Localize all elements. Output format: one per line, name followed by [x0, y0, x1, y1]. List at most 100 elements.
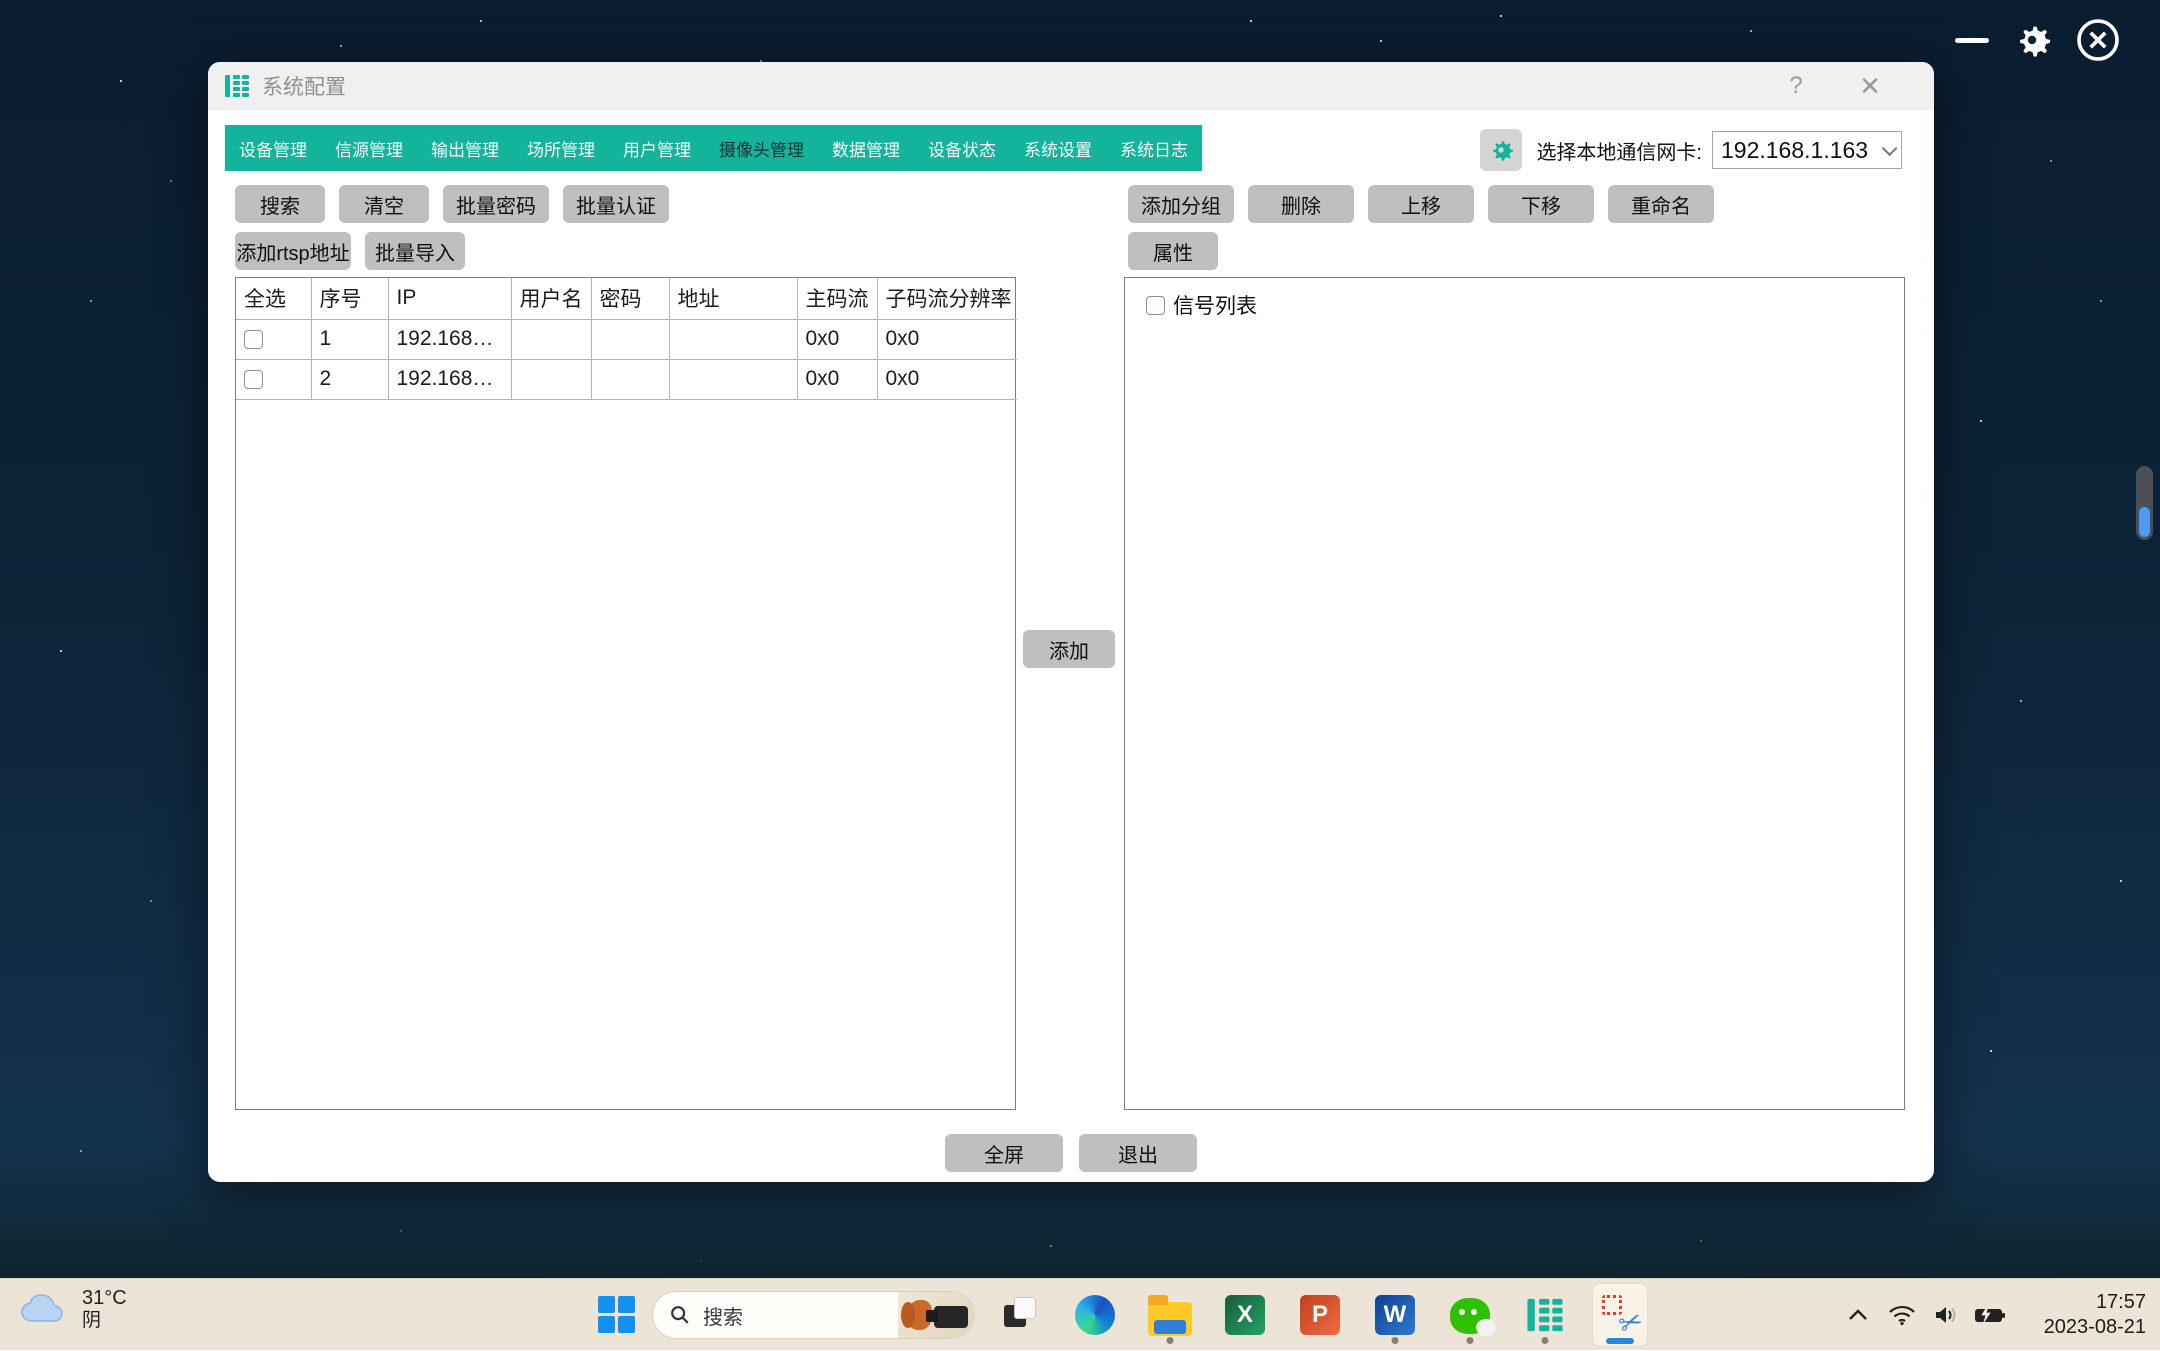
edge-scroll-slider[interactable] — [2136, 466, 2153, 540]
minus-icon — [1955, 37, 1989, 43]
move-down-button[interactable]: 下移 — [1488, 185, 1594, 223]
signal-manager-app-button[interactable] — [1517, 1283, 1573, 1347]
batch-auth-button[interactable]: 批量认证 — [563, 185, 669, 223]
active-app-indicator — [1606, 1338, 1634, 1344]
tab-device-status[interactable]: 设备状态 — [914, 125, 1010, 171]
camera-table-panel: 全选 序号 IP 用户名 密码 地址 主码流 子码流分辨率 1 192.168… — [235, 277, 1017, 1110]
row-checkbox-cell — [236, 319, 312, 360]
batch-password-button[interactable]: 批量密码 — [443, 185, 549, 223]
overlay-close-button[interactable] — [2072, 14, 2124, 66]
system-config-window: 系统配置 ? ✕ 设备管理 信源管理 输出管理 场所管理 用户管理 摄像头管理 … — [208, 62, 1934, 1182]
tray-wifi-button[interactable] — [1880, 1293, 1924, 1337]
file-explorer-button[interactable] — [1142, 1283, 1198, 1347]
window-titlebar[interactable]: 系统配置 ? ✕ — [208, 62, 1934, 110]
col-main-stream[interactable]: 主码流 — [797, 278, 878, 320]
weather-texts: 31°C 阴 — [82, 1287, 127, 1332]
gear-icon — [1493, 141, 1514, 161]
col-index[interactable]: 序号 — [311, 278, 389, 320]
tab-source-mgmt[interactable]: 信源管理 — [321, 125, 417, 171]
col-username[interactable]: 用户名 — [511, 278, 592, 320]
cell-address — [669, 359, 798, 400]
overlay-minimize-button[interactable] — [1946, 14, 1998, 66]
tab-system-settings[interactable]: 系统设置 — [1010, 125, 1106, 171]
col-sub-stream-res[interactable]: 子码流分辨率 — [877, 278, 1017, 320]
rename-button[interactable]: 重命名 — [1608, 185, 1714, 223]
excel-button[interactable]: X — [1217, 1283, 1273, 1347]
camera-illustration — [926, 1306, 968, 1328]
word-icon: W — [1375, 1295, 1415, 1335]
col-select-all[interactable]: 全选 — [236, 278, 312, 320]
tray-volume-button[interactable] — [1924, 1293, 1968, 1337]
col-ip[interactable]: IP — [388, 278, 512, 320]
camera-table: 全选 序号 IP 用户名 密码 地址 主码流 子码流分辨率 1 192.168… — [236, 278, 1017, 400]
signal-list-checkbox[interactable] — [1146, 295, 1165, 315]
add-group-button[interactable]: 添加分组 — [1128, 185, 1234, 223]
running-indicator — [1166, 1337, 1174, 1344]
properties-button[interactable]: 属性 — [1128, 232, 1218, 270]
exit-button[interactable]: 退出 — [1079, 1134, 1197, 1172]
signal-list-label: 信号列表 — [1173, 295, 1257, 318]
left-toolbar-row2: 添加rtsp地址 批量导入 — [235, 232, 465, 270]
cell-password — [591, 319, 670, 360]
clear-button[interactable]: 清空 — [339, 185, 429, 223]
taskbar-search[interactable]: 搜索 — [652, 1291, 975, 1339]
nic-settings-button[interactable] — [1480, 129, 1523, 171]
row-checkbox-cell — [236, 359, 312, 400]
windows-logo-icon — [598, 1296, 615, 1313]
tray-clock[interactable]: 17:57 2023-08-21 — [2018, 1290, 2146, 1340]
tray-date: 2023-08-21 — [2043, 1316, 2146, 1338]
task-view-button[interactable] — [992, 1283, 1048, 1347]
system-tray: 17:57 2023-08-21 — [1836, 1279, 2160, 1351]
cell-sub-stream: 0x0 — [877, 319, 1017, 360]
table-row[interactable]: 1 192.168… 0x0 0x0 — [236, 319, 1017, 360]
tab-data-mgmt[interactable]: 数据管理 — [818, 125, 914, 171]
nic-label: 选择本地通信网卡: — [1536, 141, 1702, 164]
tab-camera-mgmt[interactable]: 摄像头管理 — [705, 125, 818, 171]
tab-output-mgmt[interactable]: 输出管理 — [417, 125, 513, 171]
cell-ip: 192.168… — [388, 319, 512, 360]
delete-button[interactable]: 删除 — [1248, 185, 1354, 223]
cell-index: 2 — [311, 359, 389, 400]
signal-list-root-item[interactable]: 信号列表 — [1146, 290, 1257, 320]
tray-chevron-up-button[interactable] — [1836, 1293, 1880, 1337]
wifi-icon — [1889, 1305, 1915, 1326]
left-toolbar-row1: 搜索 清空 批量密码 批量认证 — [235, 185, 669, 223]
fullscreen-button[interactable]: 全屏 — [945, 1134, 1063, 1172]
slider-thumb[interactable] — [2139, 507, 2150, 537]
table-row[interactable]: 2 192.168… 0x0 0x0 — [236, 359, 1017, 400]
row-checkbox[interactable] — [244, 329, 263, 349]
table-header-row: 全选 序号 IP 用户名 密码 地址 主码流 子码流分辨率 — [236, 278, 1017, 320]
word-button[interactable]: W — [1367, 1283, 1423, 1347]
tab-user-mgmt[interactable]: 用户管理 — [609, 125, 705, 171]
window-close-button[interactable]: ✕ — [1842, 62, 1898, 110]
nic-dropdown[interactable]: 192.168.1.163 — [1712, 131, 1902, 169]
start-button[interactable] — [598, 1296, 636, 1334]
wechat-button[interactable] — [1442, 1283, 1498, 1347]
tab-venue-mgmt[interactable]: 场所管理 — [513, 125, 609, 171]
cell-ip: 192.168… — [388, 359, 512, 400]
batch-import-button[interactable]: 批量导入 — [365, 232, 465, 270]
screen-clip-button[interactable]: ✂ — [1592, 1283, 1648, 1347]
edge-browser-button[interactable] — [1067, 1283, 1123, 1347]
search-daily-image[interactable] — [898, 1292, 974, 1338]
taskbar: 31°C 阴 搜索 X P W ✂ 17:57 2023-08-21 — [0, 1278, 2160, 1350]
right-toolbar-row2: 属性 — [1128, 232, 1218, 270]
tray-battery-button[interactable] — [1968, 1293, 2012, 1337]
powerpoint-button[interactable]: P — [1292, 1283, 1348, 1347]
running-indicator — [1541, 1337, 1549, 1344]
cell-address — [669, 319, 798, 360]
window-help-button[interactable]: ? — [1768, 62, 1824, 110]
tab-device-mgmt[interactable]: 设备管理 — [225, 125, 321, 171]
move-up-button[interactable]: 上移 — [1368, 185, 1474, 223]
add-to-signal-list-button[interactable]: 添加 — [1023, 630, 1115, 668]
taskbar-weather-widget[interactable]: 31°C 阴 — [18, 1287, 127, 1332]
cell-password — [591, 359, 670, 400]
row-checkbox[interactable] — [244, 369, 263, 389]
col-password[interactable]: 密码 — [591, 278, 670, 320]
window-title: 系统配置 — [262, 76, 346, 99]
search-button[interactable]: 搜索 — [235, 185, 325, 223]
overlay-settings-button[interactable] — [2006, 14, 2058, 66]
tab-system-log[interactable]: 系统日志 — [1106, 125, 1202, 171]
col-address[interactable]: 地址 — [669, 278, 798, 320]
add-rtsp-button[interactable]: 添加rtsp地址 — [235, 232, 351, 270]
